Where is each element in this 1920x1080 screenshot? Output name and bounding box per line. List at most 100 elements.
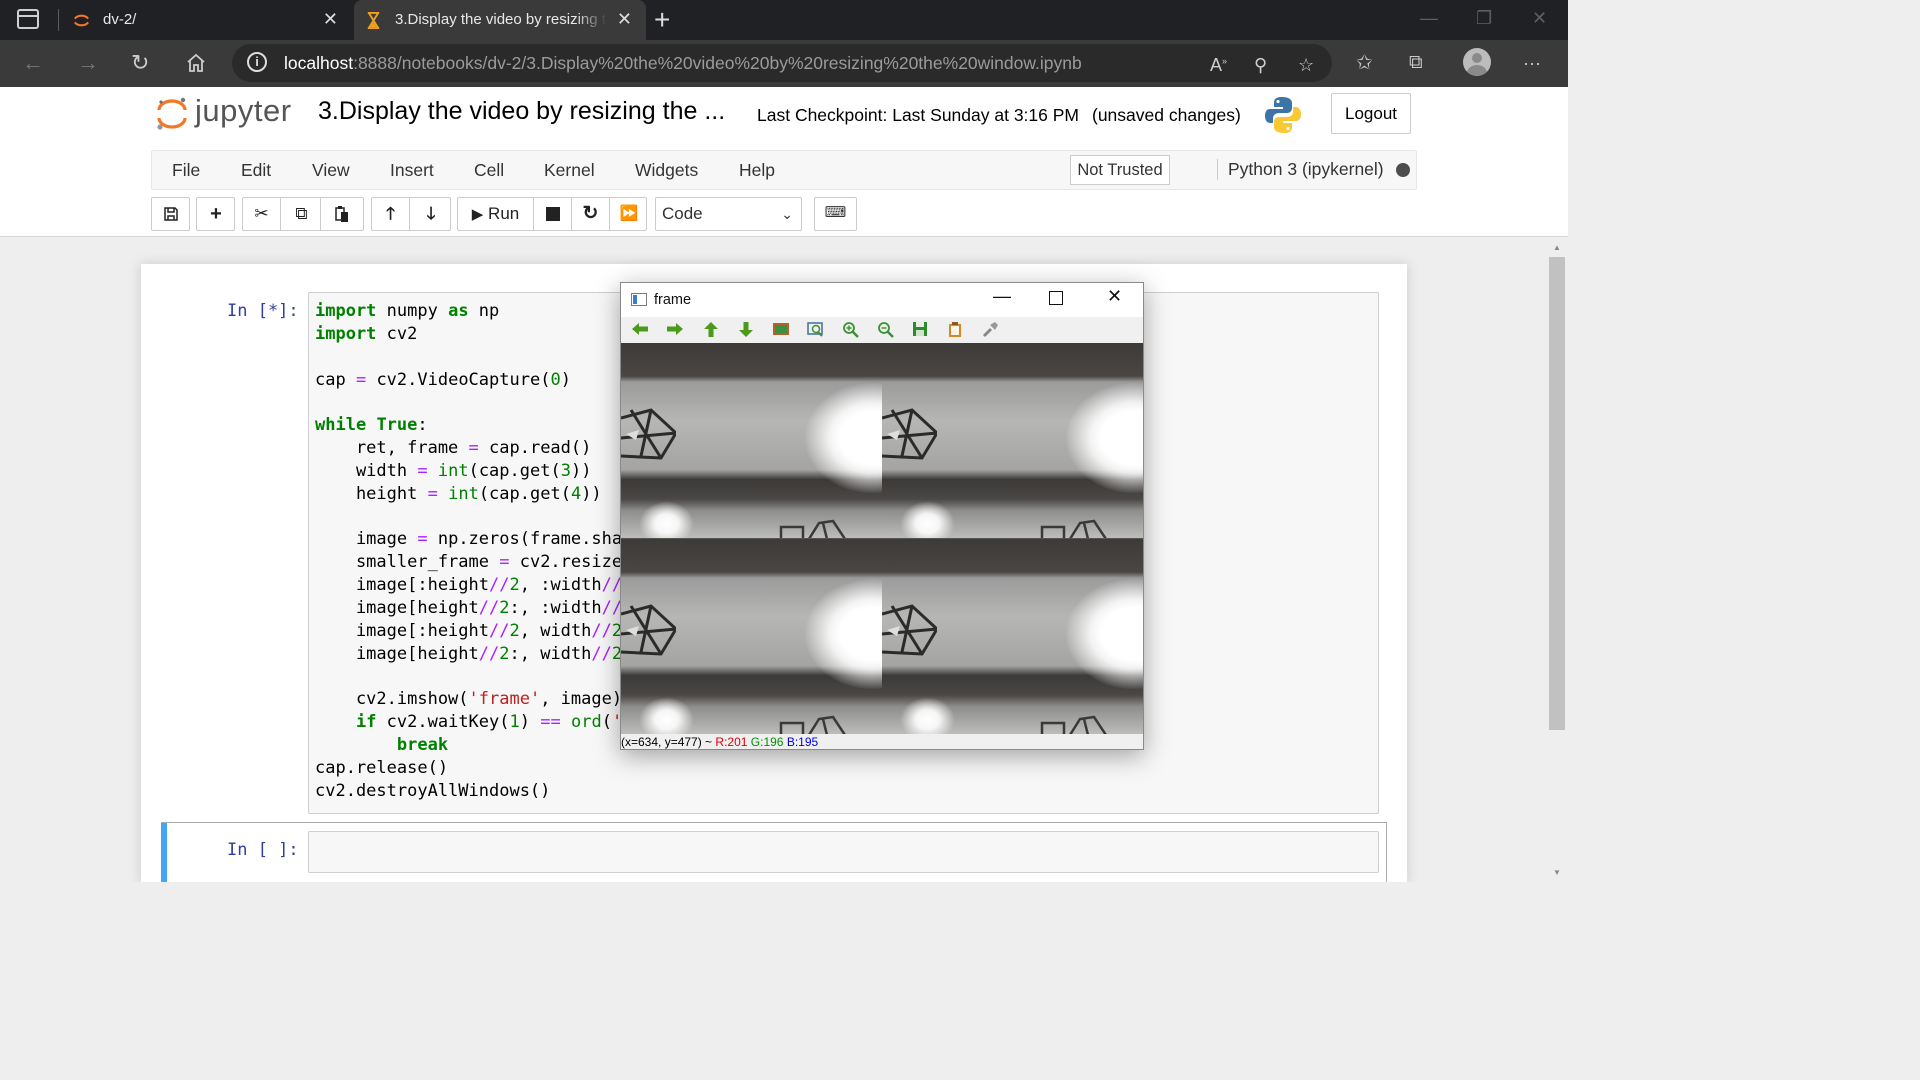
menu-cell[interactable]: Cell — [474, 160, 504, 181]
move-down-button[interactable]: 🡓 — [412, 198, 450, 230]
code-line: cap = cv2.VideoCapture(0) — [315, 369, 571, 390]
play-icon: ▶ — [471, 206, 484, 223]
menu-edit[interactable]: Edit — [241, 160, 271, 181]
menu-view[interactable]: View — [312, 160, 350, 181]
tab-dv2[interactable]: dv-2/ ✕ — [62, 0, 352, 40]
restart-button[interactable]: ↻ — [572, 198, 610, 230]
save-button[interactable] — [152, 198, 190, 230]
scroll-up-icon[interactable]: ▲ — [1553, 243, 1561, 252]
pan-right-icon[interactable] — [666, 321, 684, 337]
copy-image-icon[interactable] — [947, 321, 963, 338]
zoom-out-icon[interactable] — [877, 321, 895, 338]
tab-label: 3.Display the video by resizing th — [395, 11, 607, 28]
pan-up-icon[interactable] — [703, 321, 719, 338]
zoom-100-icon[interactable] — [807, 321, 825, 338]
properties-icon[interactable] — [982, 321, 999, 338]
cut-button[interactable]: ✂ — [243, 198, 281, 230]
code-cell-input-empty[interactable] — [308, 831, 1379, 873]
stop-icon — [545, 207, 560, 221]
video-frame-image[interactable] — [621, 343, 1143, 734]
jupyter-logo-icon[interactable] — [155, 96, 189, 132]
opencv-title-bar[interactable]: frame — ✕ — [621, 283, 1143, 317]
copy-icon: ⧉ — [295, 204, 308, 223]
forward-icon[interactable]: → — [77, 50, 99, 76]
autosave-status: (unsaved changes) — [1092, 105, 1241, 125]
minimize-icon[interactable]: — — [1420, 8, 1438, 29]
collections-icon[interactable]: ⧉ — [1409, 50, 1423, 76]
save-image-icon[interactable] — [912, 321, 928, 337]
menu-kernel[interactable]: Kernel — [544, 160, 595, 181]
zoom-icon[interactable]: ⚲ — [1254, 55, 1267, 76]
menu-file[interactable]: File — [172, 160, 200, 181]
screen: dv-2/ ✕ 3.Display the video by resizing … — [0, 0, 1568, 882]
zoom-in-icon[interactable] — [842, 321, 860, 338]
code-line: image[height//2:, width//2 — [315, 643, 623, 664]
zoom-fit-icon[interactable] — [772, 321, 790, 337]
code-line: while True: — [315, 415, 428, 436]
logout-button[interactable]: Logout — [1331, 93, 1411, 134]
page-scrollbar[interactable]: ▲ ▼ — [1548, 240, 1568, 882]
tab-notebook[interactable]: 3.Display the video by resizing th ✕ — [354, 0, 646, 40]
url-text[interactable]: localhost:8888/notebooks/dv-2/3.Display%… — [284, 53, 1082, 74]
kernel-name[interactable]: Python 3 (ipykernel) — [1217, 159, 1384, 180]
code-line: image[:height//2, :width// — [315, 575, 623, 596]
close-tab-icon[interactable]: ✕ — [617, 9, 632, 30]
profile-avatar[interactable] — [1463, 48, 1491, 76]
code-editor[interactable]: import numpy as np import cv2 cap = cv2.… — [315, 300, 622, 803]
restore-icon[interactable]: ❐ — [1476, 8, 1492, 29]
frame-quadrant-top-right — [882, 343, 1143, 538]
move-up-button[interactable]: 🡑 — [372, 198, 410, 230]
trust-notebook-button[interactable]: Not Trusted — [1070, 155, 1170, 185]
more-options-icon[interactable]: ··· — [1523, 50, 1541, 76]
opencv-close-icon[interactable]: ✕ — [1107, 286, 1122, 307]
restart-run-all-button[interactable]: ⏩ — [610, 198, 648, 230]
scroll-down-icon[interactable]: ▼ — [1553, 868, 1561, 877]
interrupt-button[interactable] — [534, 198, 572, 230]
tab-label: dv-2/ — [103, 11, 137, 28]
python-logo-icon — [1265, 97, 1301, 133]
paste-icon — [335, 206, 348, 222]
back-icon[interactable]: ← — [22, 50, 44, 76]
read-aloud-icon[interactable]: A» — [1210, 55, 1227, 76]
favorites-icon[interactable]: ✩ — [1356, 50, 1373, 76]
wall-decor — [621, 408, 676, 460]
opencv-frame-window[interactable]: frame — ✕ (x=634, y=477) ~ R:201 G:196 B… — [620, 282, 1144, 750]
address-bar[interactable]: i localhost:8888/notebooks/dv-2/3.Displa… — [232, 44, 1332, 82]
jupyter-favicon-icon — [74, 14, 89, 27]
run-button[interactable]: ▶ Run — [458, 198, 534, 230]
site-info-icon[interactable]: i — [247, 52, 267, 72]
paste-button[interactable] — [323, 198, 361, 230]
scrollbar-thumb[interactable] — [1549, 257, 1565, 730]
insert-cell-button[interactable]: + — [197, 198, 235, 230]
menu-insert[interactable]: Insert — [390, 160, 434, 181]
run-group: ▶ Run ↻ ⏩ — [457, 197, 647, 231]
new-tab-button[interactable]: + — [654, 4, 670, 36]
command-palette-button[interactable]: ⌨ — [814, 197, 857, 231]
pan-left-icon[interactable] — [631, 321, 649, 337]
close-window-icon[interactable]: ✕ — [1532, 8, 1547, 29]
home-icon[interactable] — [185, 52, 207, 74]
cell-type-select[interactable]: Code ⌄ — [655, 197, 802, 231]
wall-decor — [882, 408, 937, 460]
wall-decor — [621, 604, 676, 656]
pan-down-icon[interactable] — [738, 321, 754, 338]
opencv-maximize-icon[interactable] — [1049, 291, 1063, 305]
run-label: Run — [488, 204, 520, 223]
code-line: cv2.destroyAllWindows() — [315, 780, 551, 801]
arrow-up-icon: 🡑 — [386, 204, 395, 223]
close-tab-icon[interactable]: ✕ — [323, 9, 338, 30]
notebook-title[interactable]: 3.Display the video by resizing the ... — [318, 97, 725, 126]
opencv-minimize-icon[interactable]: — — [993, 286, 1011, 307]
jupyter-logo-text[interactable]: jupyter — [195, 93, 292, 129]
reload-icon[interactable]: ↻ — [131, 50, 149, 76]
copy-button[interactable]: ⧉ — [283, 198, 321, 230]
shelf-object — [1040, 715, 1107, 734]
code-line: ret, frame = cap.read() — [315, 438, 592, 459]
tab-actions-icon[interactable] — [17, 9, 39, 29]
menu-help[interactable]: Help — [739, 160, 775, 181]
add-favorite-icon[interactable]: ☆ — [1298, 55, 1314, 76]
menu-widgets[interactable]: Widgets — [635, 160, 698, 181]
shelf-object — [779, 715, 846, 734]
url-host: localhost — [284, 53, 354, 73]
hourglass-icon — [367, 11, 380, 30]
